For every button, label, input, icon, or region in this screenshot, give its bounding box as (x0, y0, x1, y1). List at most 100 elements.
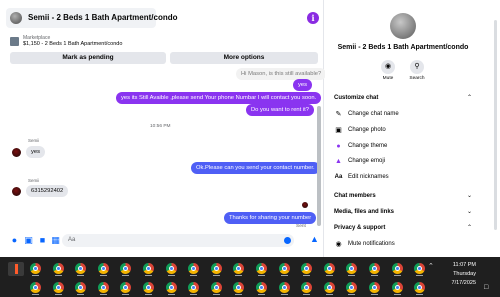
chrome-icon-center (33, 285, 38, 290)
running-indicator (325, 275, 333, 276)
chrome-window-icon[interactable] (209, 262, 224, 276)
avatar (12, 187, 21, 196)
chrome-window-icon[interactable] (96, 262, 111, 276)
running-indicator (212, 275, 220, 276)
running-indicator (99, 294, 107, 295)
avatar (10, 12, 22, 24)
chrome-window-icon[interactable] (344, 281, 359, 295)
chrome-window-icon[interactable] (73, 262, 88, 276)
chrome-window-icon[interactable] (164, 262, 179, 276)
thumbs-up-icon[interactable]: ▲ (310, 235, 319, 244)
chrome-icon-center (168, 285, 174, 290)
avatar (390, 13, 416, 39)
mute-label: Mute (382, 76, 394, 81)
chrome-window-icon[interactable] (141, 281, 156, 295)
customize-chat-header[interactable]: Customize chat (334, 95, 378, 101)
running-indicator (122, 275, 130, 276)
chrome-window-icon[interactable] (209, 281, 224, 295)
clock-time: 11:07 PM (452, 262, 476, 268)
image-icon[interactable]: ▣ (24, 236, 33, 245)
chrome-window-icon[interactable] (390, 281, 405, 295)
chrome-window-icon[interactable] (141, 262, 156, 276)
chrome-window-icon[interactable] (322, 262, 337, 276)
chrome-icon-center (372, 266, 377, 271)
chrome-icon-center (213, 266, 219, 271)
chrome-window-icon[interactable] (51, 281, 66, 295)
chrome-window-icon[interactable] (231, 281, 246, 295)
chrome-icon-center (168, 266, 174, 271)
scroll-thumb[interactable] (317, 106, 321, 226)
microphone-icon[interactable]: ● (10, 236, 19, 245)
more-options-button[interactable]: More options (170, 52, 318, 64)
emoji-icon[interactable] (284, 237, 291, 244)
sticker-icon[interactable]: ■ (38, 236, 47, 245)
chat-header: Semii - 2 Beds 1 Bath Apartment/condo i (6, 8, 320, 30)
chat-scrollbar[interactable] (317, 66, 321, 228)
chrome-window-icon[interactable] (28, 281, 43, 295)
marketplace-listing[interactable]: Marketplace $1,150 - 2 Beds 1 Bath Apart… (10, 35, 310, 49)
search-icon[interactable]: ⚲ (410, 60, 424, 74)
chrome-window-icon[interactable] (118, 262, 133, 276)
chrome-window-icon[interactable] (277, 262, 292, 276)
media-files-links-header[interactable]: Media, files and links (334, 209, 394, 215)
chrome-window-icon[interactable] (344, 262, 359, 276)
details-scrollbar[interactable] (494, 20, 497, 230)
chevron-up-icon[interactable]: ⌃ (467, 224, 472, 231)
chrome-window-icon[interactable] (96, 281, 111, 295)
clock[interactable]: 11:07 PM Thursday 7/17/2025 (440, 261, 476, 288)
message-bubble: Ok.Please can you send your contact numb… (191, 162, 320, 174)
chrome-window-icon[interactable] (254, 262, 269, 276)
privacy-support-header[interactable]: Privacy & support (334, 225, 385, 231)
chrome-window-icon[interactable] (277, 281, 292, 295)
chrome-window-icon[interactable] (254, 281, 269, 295)
chrome-window-icon[interactable] (186, 262, 201, 276)
chrome-window-icon[interactable] (186, 281, 201, 295)
running-indicator (32, 275, 39, 276)
chrome-icon-center (372, 285, 377, 290)
running-indicator (371, 275, 378, 276)
chat-members-header[interactable]: Chat members (334, 193, 376, 199)
chevron-up-icon[interactable]: ⌃ (467, 94, 472, 101)
gif-icon[interactable]: ▦ (51, 236, 60, 245)
chrome-window-icon[interactable] (231, 262, 246, 276)
chrome-window-icon[interactable] (367, 262, 382, 276)
running-indicator (280, 275, 288, 276)
chevron-up-icon[interactable]: ⌃ (428, 263, 436, 271)
running-indicator (258, 275, 265, 276)
chat-title-button[interactable]: Semii - 2 Beds 1 Bath Apartment/condo (6, 8, 178, 28)
chrome-window-icon[interactable] (367, 281, 382, 295)
chevron-down-icon[interactable]: ⌄ (467, 192, 472, 199)
running-indicator (416, 294, 424, 295)
message-input[interactable]: Aa (62, 234, 294, 247)
running-indicator (190, 275, 198, 276)
chrome-window-icon[interactable] (118, 281, 133, 295)
running-indicator (235, 294, 243, 295)
chrome-icon-center (55, 285, 61, 290)
option-label: Edit nicknames (348, 174, 389, 180)
chrome-icon-center (33, 266, 38, 271)
chrome-window-icon[interactable] (412, 281, 427, 295)
running-indicator (258, 294, 265, 295)
chrome-window-icon[interactable] (299, 262, 314, 276)
pinned-app-icon[interactable] (8, 262, 24, 276)
running-indicator (99, 275, 107, 276)
option-label: Change theme (348, 143, 388, 149)
chrome-window-icon[interactable] (28, 262, 43, 276)
message-bubble: 6315292402 (26, 185, 69, 197)
chrome-window-icon[interactable] (412, 262, 427, 276)
notification-icon[interactable]: □ (484, 283, 493, 292)
mark-as-pending-button[interactable]: Mark as pending (10, 52, 166, 64)
chevron-down-icon[interactable]: ⌄ (467, 208, 472, 215)
chrome-icon-center (259, 285, 264, 290)
chrome-window-icon[interactable] (390, 262, 405, 276)
chrome-window-icon[interactable] (322, 281, 337, 295)
info-icon[interactable]: i (307, 12, 319, 24)
message-bubble: Do you want to rent it? (246, 104, 315, 116)
thumbs-up-icon: ▲ (335, 158, 342, 165)
chrome-window-icon[interactable] (51, 262, 66, 276)
chrome-window-icon[interactable] (73, 281, 88, 295)
running-indicator (54, 275, 62, 276)
bell-icon[interactable]: ◉ (381, 60, 395, 74)
chrome-window-icon[interactable] (164, 281, 179, 295)
chrome-window-icon[interactable] (299, 281, 314, 295)
